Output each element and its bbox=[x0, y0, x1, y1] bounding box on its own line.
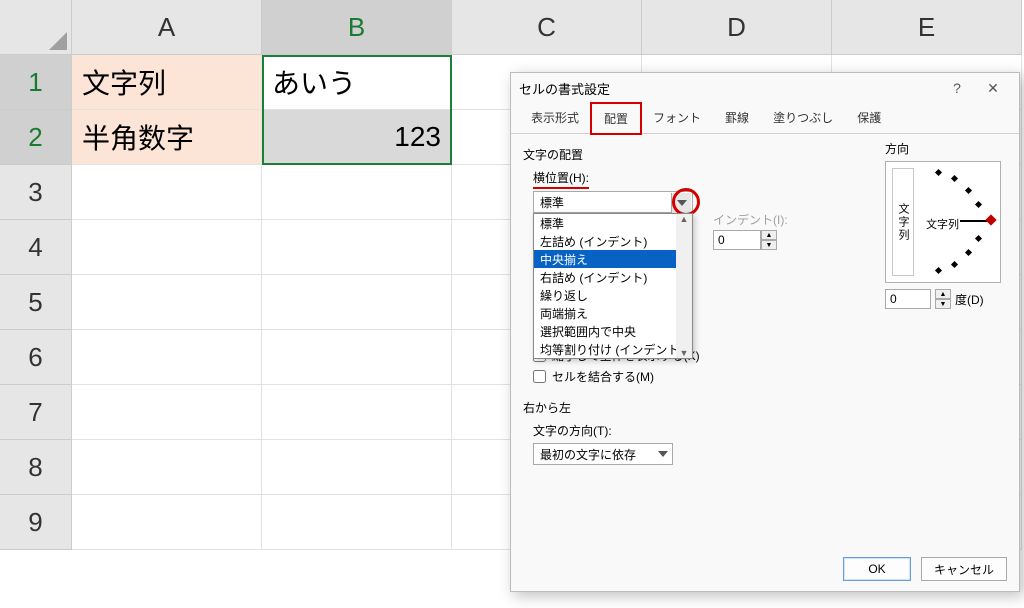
dd-option-left[interactable]: 左詰め (インデント) bbox=[534, 232, 692, 250]
tab-border[interactable]: 罫線 bbox=[713, 103, 761, 133]
ok-button[interactable]: OK bbox=[843, 557, 911, 581]
row-header-1[interactable]: 1 bbox=[0, 55, 72, 110]
cancel-button[interactable]: キャンセル bbox=[921, 557, 1007, 581]
horizontal-dropdown: 標準 左詰め (インデント) 中央揃え 右詰め (インデント) 繰り返し 両端揃… bbox=[533, 213, 693, 359]
dialog-tabs: 表示形式 配置 フォント 罫線 塗りつぶし 保護 bbox=[511, 103, 1019, 134]
dd-option-center[interactable]: 中央揃え bbox=[534, 250, 692, 268]
cell-B7[interactable] bbox=[262, 385, 452, 440]
orientation-horizontal-text: 文字列 bbox=[926, 216, 959, 232]
cell-B3[interactable] bbox=[262, 165, 452, 220]
cell-B6[interactable] bbox=[262, 330, 452, 385]
tab-display[interactable]: 表示形式 bbox=[519, 103, 591, 133]
cell-B9[interactable] bbox=[262, 495, 452, 550]
dd-option-distributed[interactable]: 均等割り付け (インデント) bbox=[534, 340, 692, 358]
cell-A8[interactable] bbox=[72, 440, 262, 495]
row-header-3[interactable]: 3 bbox=[0, 165, 72, 220]
col-header-D[interactable]: D bbox=[642, 0, 832, 55]
merge-label: セルを結合する(M) bbox=[552, 368, 654, 385]
text-direction-value: 最初の文字に依存 bbox=[540, 446, 636, 463]
select-all-corner[interactable] bbox=[0, 0, 72, 55]
orientation-group-label: 方向 bbox=[885, 140, 1005, 157]
orientation-degree-input[interactable] bbox=[885, 289, 931, 309]
cell-A7[interactable] bbox=[72, 385, 262, 440]
indent-spin-down[interactable]: ▼ bbox=[761, 240, 777, 250]
tab-font[interactable]: フォント bbox=[641, 103, 713, 133]
cell-A3[interactable] bbox=[72, 165, 262, 220]
indent-spin-up[interactable]: ▲ bbox=[761, 230, 777, 240]
tab-protection[interactable]: 保護 bbox=[845, 103, 893, 133]
degree-spin-up[interactable]: ▲ bbox=[935, 289, 951, 299]
row-header-8[interactable]: 8 bbox=[0, 440, 72, 495]
chevron-down-icon bbox=[658, 449, 668, 459]
row-header-9[interactable]: 9 bbox=[0, 495, 72, 550]
cell-A1[interactable]: 文字列 bbox=[72, 55, 262, 110]
cell-A6[interactable] bbox=[72, 330, 262, 385]
tab-alignment[interactable]: 配置 bbox=[591, 103, 641, 134]
cell-A5[interactable] bbox=[72, 275, 262, 330]
merge-checkbox-input[interactable] bbox=[533, 370, 546, 383]
cell-B5[interactable] bbox=[262, 275, 452, 330]
cell-B1[interactable]: あいう bbox=[262, 55, 452, 110]
cell-B2[interactable]: 123 bbox=[262, 110, 452, 165]
horizontal-combo-button[interactable] bbox=[671, 193, 691, 213]
chevron-down-icon bbox=[677, 200, 687, 206]
dd-option-right[interactable]: 右詰め (インデント) bbox=[534, 268, 692, 286]
col-header-C[interactable]: C bbox=[452, 0, 642, 55]
cell-A2[interactable]: 半角数字 bbox=[72, 110, 262, 165]
orientation-vertical-text[interactable]: 文字列 bbox=[892, 168, 914, 276]
row-header-6[interactable]: 6 bbox=[0, 330, 72, 385]
row-header-5[interactable]: 5 bbox=[0, 275, 72, 330]
col-header-A[interactable]: A bbox=[72, 0, 262, 55]
close-button[interactable]: ✕ bbox=[975, 76, 1011, 100]
dd-option-standard[interactable]: 標準 bbox=[534, 214, 692, 232]
cell-A4[interactable] bbox=[72, 220, 262, 275]
help-button[interactable]: ? bbox=[939, 76, 975, 100]
cell-B4[interactable] bbox=[262, 220, 452, 275]
tab-fill[interactable]: 塗りつぶし bbox=[761, 103, 845, 133]
horizontal-combo[interactable]: 標準 標準 左詰め (インデント) 中央揃え 右詰め (インデント) 繰り返し … bbox=[533, 191, 693, 213]
orientation-box[interactable]: 文字列 文字列 bbox=[885, 161, 1001, 283]
dropdown-scrollbar[interactable]: ▲▼ bbox=[676, 214, 692, 358]
col-header-B[interactable]: B bbox=[262, 0, 452, 55]
orientation-indicator-line bbox=[960, 220, 988, 222]
dd-option-repeat[interactable]: 繰り返し bbox=[534, 286, 692, 304]
orientation-end-marker bbox=[985, 214, 996, 225]
row-header-7[interactable]: 7 bbox=[0, 385, 72, 440]
horizontal-value: 標準 bbox=[540, 194, 564, 211]
indent-label: インデント(I): bbox=[713, 211, 788, 228]
dialog-title: セルの書式設定 bbox=[519, 79, 939, 98]
cell-A9[interactable] bbox=[72, 495, 262, 550]
degree-label: 度(D) bbox=[955, 291, 984, 308]
dd-option-justify[interactable]: 両端揃え bbox=[534, 304, 692, 322]
indent-input[interactable] bbox=[713, 230, 761, 250]
merge-cells-checkbox[interactable]: セルを結合する(M) bbox=[533, 368, 1007, 385]
rtl-group-label: 右から左 bbox=[523, 399, 1007, 416]
format-cells-dialog: セルの書式設定 ? ✕ 表示形式 配置 フォント 罫線 塗りつぶし 保護 文字の… bbox=[510, 72, 1020, 592]
text-direction-combo[interactable]: 最初の文字に依存 bbox=[533, 443, 673, 465]
row-header-4[interactable]: 4 bbox=[0, 220, 72, 275]
degree-spin-down[interactable]: ▼ bbox=[935, 299, 951, 309]
dd-option-center-selection[interactable]: 選択範囲内で中央 bbox=[534, 322, 692, 340]
col-header-E[interactable]: E bbox=[832, 0, 1022, 55]
row-header-2[interactable]: 2 bbox=[0, 110, 72, 165]
rtl-label: 文字の方向(T): bbox=[533, 422, 1007, 439]
cell-B8[interactable] bbox=[262, 440, 452, 495]
